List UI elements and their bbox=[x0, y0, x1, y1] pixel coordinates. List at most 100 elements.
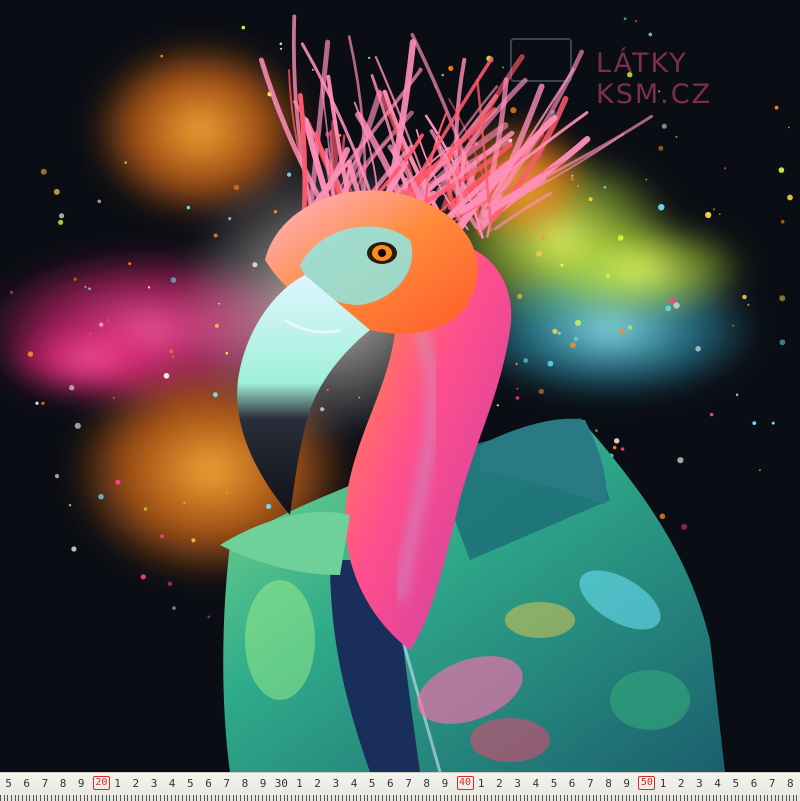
powder-speck bbox=[552, 328, 558, 334]
powder-speck bbox=[27, 351, 34, 357]
powder-speck bbox=[523, 358, 528, 363]
ruler-tick bbox=[363, 795, 365, 801]
powder-speck bbox=[779, 295, 786, 302]
powder-speck bbox=[106, 319, 110, 322]
flamingo-artwork bbox=[0, 0, 800, 800]
powder-speck bbox=[713, 208, 715, 211]
ruler-tick bbox=[760, 795, 761, 801]
ruler-tick bbox=[280, 795, 281, 801]
powder-speck bbox=[74, 422, 81, 429]
ruler-tick bbox=[301, 795, 303, 801]
ruler-tick bbox=[596, 795, 598, 801]
ruler-tick bbox=[138, 795, 140, 801]
ruler-tick bbox=[261, 795, 263, 801]
powder-speck bbox=[163, 373, 170, 379]
ruler-tick bbox=[149, 795, 151, 801]
ruler-tick bbox=[338, 795, 340, 801]
ruler-tick bbox=[61, 795, 63, 801]
ruler-tick bbox=[447, 795, 449, 801]
powder-speck bbox=[71, 546, 77, 552]
powder-speck bbox=[573, 336, 579, 342]
ruler-tick bbox=[345, 795, 347, 801]
ruler-tick bbox=[552, 795, 554, 801]
ruler-tick bbox=[756, 795, 758, 801]
powder-speck bbox=[84, 285, 87, 288]
powder-speck bbox=[9, 290, 14, 294]
ruler-tick bbox=[727, 795, 729, 801]
ruler-tick bbox=[694, 795, 696, 801]
ruler-tick bbox=[80, 795, 81, 801]
ruler-tick bbox=[14, 795, 16, 801]
ruler-tick bbox=[498, 795, 500, 801]
ruler-tick bbox=[592, 795, 594, 801]
ruler-tick bbox=[247, 795, 249, 801]
ruler-tick bbox=[36, 795, 38, 801]
ruler-digit: 4 bbox=[168, 777, 176, 790]
ruler-tick bbox=[658, 795, 660, 801]
ruler-tick bbox=[770, 795, 772, 801]
powder-speck bbox=[536, 250, 542, 257]
ruler-tick bbox=[72, 795, 74, 801]
powder-speck bbox=[186, 205, 191, 210]
powder-speck bbox=[326, 388, 329, 392]
ruler-tick bbox=[629, 795, 631, 801]
ruler-tick bbox=[603, 795, 605, 801]
ruler-tick bbox=[250, 795, 252, 801]
ruler-tick bbox=[527, 795, 529, 801]
ruler-tick bbox=[341, 795, 343, 801]
ruler-tick bbox=[472, 795, 474, 801]
ruler-tick bbox=[712, 795, 714, 801]
powder-speck bbox=[779, 339, 786, 346]
powder-speck bbox=[588, 197, 593, 202]
ruler-tick bbox=[792, 795, 794, 801]
powder-speck bbox=[441, 73, 445, 77]
ruler-tick bbox=[370, 795, 372, 801]
powder-speck bbox=[241, 25, 246, 30]
ruler-digit: 2 bbox=[132, 777, 140, 790]
ruler-tick bbox=[309, 795, 311, 801]
ruler-tick bbox=[18, 795, 20, 801]
powder-speck bbox=[287, 172, 292, 177]
ruler-tick bbox=[643, 795, 645, 801]
ruler-tick bbox=[349, 795, 351, 801]
ruler-tick bbox=[621, 795, 623, 801]
powder-speck bbox=[97, 199, 102, 204]
ruler-digit: 7 bbox=[586, 777, 594, 790]
powder-speck bbox=[40, 168, 47, 175]
powder-speck bbox=[89, 332, 92, 335]
ruler-tick bbox=[109, 795, 111, 801]
powder-speck bbox=[59, 213, 65, 219]
powder-speck bbox=[620, 447, 625, 451]
ruler-tick bbox=[421, 795, 423, 801]
powder-speck bbox=[595, 429, 598, 432]
powder-speck bbox=[115, 479, 121, 485]
powder-speck bbox=[88, 287, 91, 291]
powder-speck bbox=[218, 302, 220, 305]
powder-speck bbox=[669, 298, 676, 305]
ruler-tick bbox=[487, 795, 489, 801]
ruler-tick bbox=[545, 795, 547, 801]
ruler-tick bbox=[749, 795, 751, 801]
powder-speck bbox=[228, 217, 232, 221]
powder-speck bbox=[170, 277, 177, 283]
ruler-tick bbox=[272, 795, 274, 801]
ruler-digit: 1 bbox=[659, 777, 667, 790]
powder-speck bbox=[603, 185, 607, 189]
ruler-tick bbox=[90, 795, 92, 801]
powder-speck bbox=[73, 277, 77, 281]
powder-speck bbox=[266, 503, 272, 509]
ruler-tick bbox=[25, 795, 27, 801]
ruler-tick bbox=[723, 795, 725, 801]
ruler-tick bbox=[320, 795, 321, 801]
ruler-tick bbox=[283, 795, 285, 801]
powder-speck bbox=[681, 523, 688, 530]
powder-speck bbox=[207, 615, 211, 619]
ruler-tick bbox=[425, 795, 427, 801]
ruler-tick bbox=[360, 795, 361, 801]
ruler-digit: 2 bbox=[314, 777, 321, 790]
ruler-digit: 8 bbox=[423, 777, 430, 790]
ruler-tick bbox=[654, 795, 656, 801]
powder-speck bbox=[368, 56, 371, 60]
ruler-tick bbox=[134, 795, 136, 801]
ruler-tick bbox=[480, 795, 481, 801]
